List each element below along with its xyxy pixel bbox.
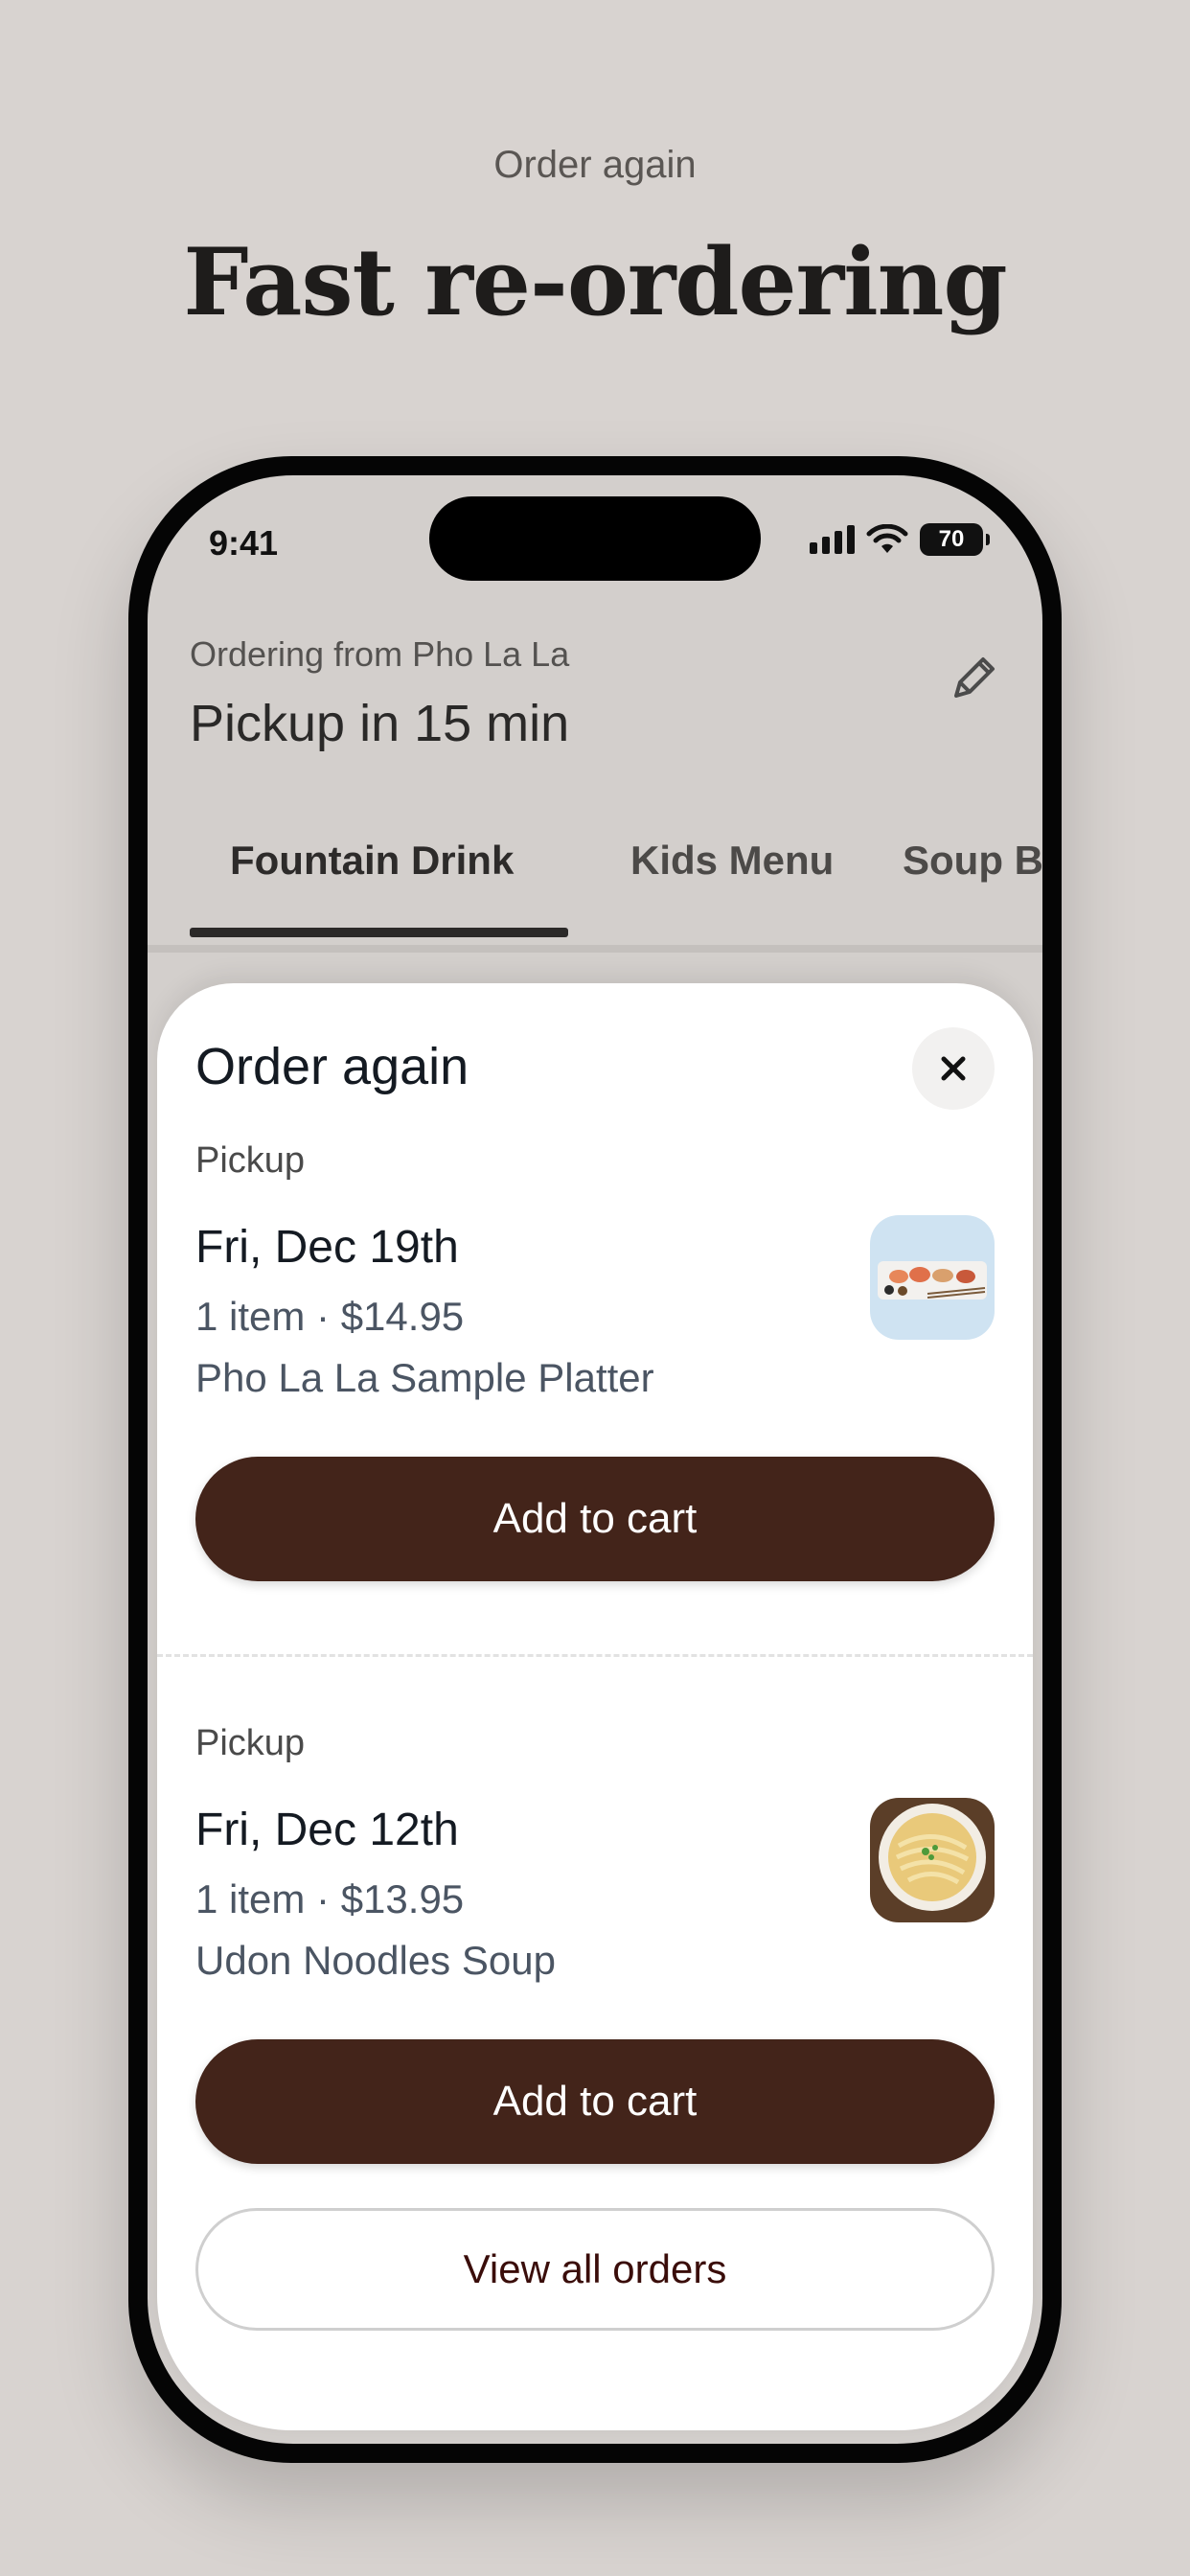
- order-date: Fri, Dec 12th: [195, 1805, 459, 1855]
- close-button[interactable]: [912, 1027, 995, 1110]
- ordering-from-label: Ordering from Pho La La: [190, 634, 570, 674]
- tab-soup[interactable]: Soup B: [903, 838, 1042, 884]
- order-card: Pickup Fri, Dec 19th 1 item · $14.95 Pho…: [195, 1140, 995, 1591]
- order-date: Fri, Dec 19th: [195, 1222, 459, 1273]
- order-meta: 1 item · $14.95: [195, 1294, 465, 1339]
- battery-icon: 70: [920, 523, 990, 556]
- phone-screen: 9:41 70 Ordering from Pho La La Pickup i…: [148, 475, 1042, 2444]
- add-to-cart-button[interactable]: Add to cart: [195, 1457, 995, 1581]
- phone-frame: 9:41 70 Ordering from Pho La La Pickup i…: [128, 456, 1062, 2463]
- wifi-icon: [866, 524, 908, 553]
- dynamic-island: [429, 496, 761, 581]
- status-time: 9:41: [209, 523, 279, 563]
- pencil-icon[interactable]: [943, 648, 1004, 709]
- order-card: Pickup Fri, Dec 12th 1 item · $13.95 Udo…: [195, 1723, 995, 2174]
- pickup-time: Pickup in 15 min: [190, 695, 570, 752]
- order-item-name: Udon Noodles Soup: [195, 1938, 556, 1983]
- status-icons: 70: [810, 523, 990, 556]
- category-tabs: Fountain Drink Kids Menu Soup B: [148, 811, 1042, 945]
- order-item-name: Pho La La Sample Platter: [195, 1355, 654, 1400]
- tab-kids-menu[interactable]: Kids Menu: [630, 838, 834, 884]
- close-icon: [941, 1056, 966, 1081]
- promo-title: Fast re-ordering: [183, 228, 1007, 336]
- signal-icon: [810, 525, 855, 554]
- tab-fountain-drink[interactable]: Fountain Drink: [230, 838, 514, 884]
- add-to-cart-button[interactable]: Add to cart: [195, 2039, 995, 2164]
- udon-soup-photo: [870, 1798, 995, 1922]
- order-kind: Pickup: [195, 1723, 306, 1763]
- sheet-title: Order again: [195, 1038, 469, 1095]
- promo-subtitle: Order again: [493, 144, 697, 186]
- order-meta: 1 item · $13.95: [195, 1876, 465, 1921]
- order-kind: Pickup: [195, 1140, 306, 1181]
- tab-divider: [148, 945, 1042, 953]
- order-again-sheet: Order again Pickup Fri, Dec 19th 1 item …: [157, 983, 1033, 2430]
- sample-platter-photo: [870, 1215, 995, 1340]
- active-tab-indicator: [190, 928, 568, 937]
- order-divider: [157, 1654, 1033, 1657]
- view-all-orders-button[interactable]: View all orders: [195, 2208, 995, 2331]
